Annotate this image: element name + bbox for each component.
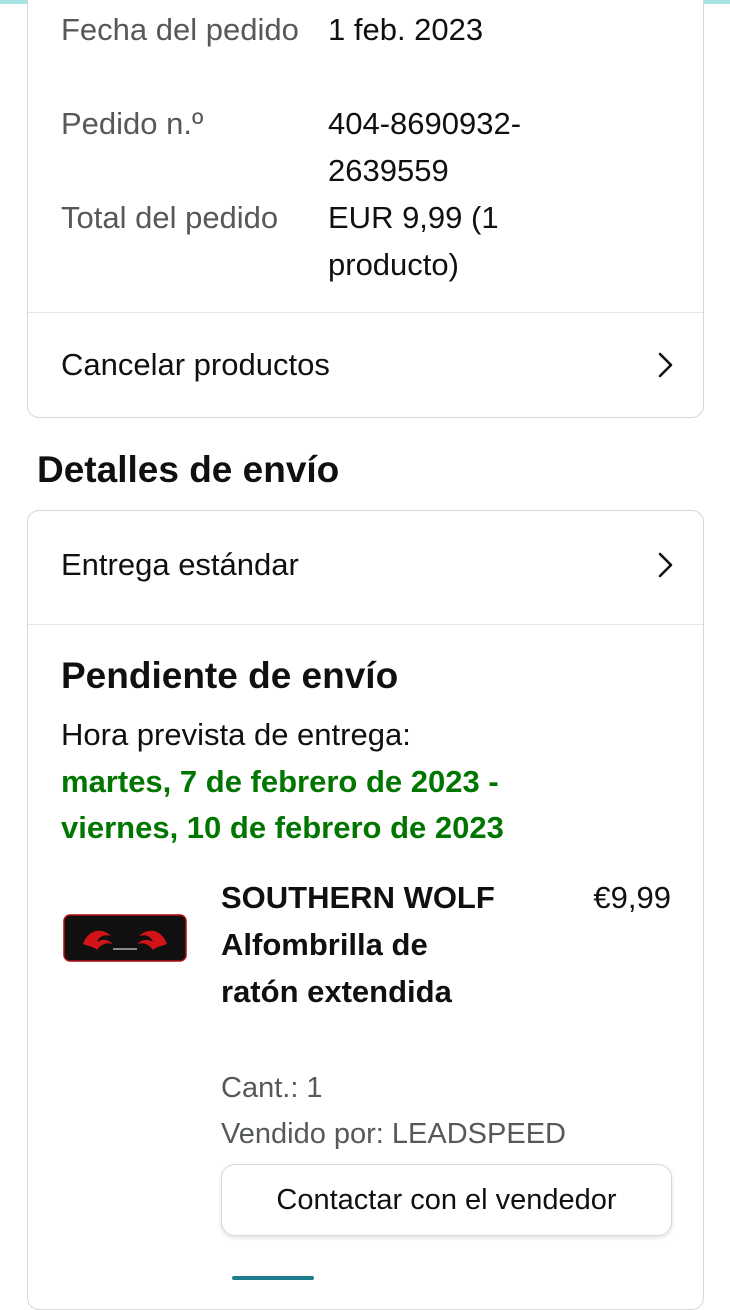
eta-end: viernes, 10 de febrero de 2023 bbox=[61, 810, 504, 845]
order-summary-card: Fecha del pedido 1 feb. 2023 Pedido n.º … bbox=[27, 0, 704, 418]
chevron-right-icon bbox=[658, 352, 673, 378]
contact-seller-button[interactable]: Contactar con el vendedor bbox=[221, 1164, 672, 1236]
order-date-value: 1 feb. 2023 bbox=[328, 12, 484, 47]
order-number-label: Pedido n.º bbox=[61, 106, 204, 141]
divider bbox=[28, 624, 703, 625]
shipping-details-title: Detalles de envío bbox=[37, 449, 340, 490]
order-number-value: 404-8690932-2639559 bbox=[328, 106, 522, 188]
product-seller: Vendido por: LEADSPEED bbox=[221, 1118, 566, 1150]
shipping-card: Entrega estándar Pendiente de envío Hora… bbox=[27, 510, 704, 1310]
delivery-option-label: Entrega estándar bbox=[61, 547, 299, 582]
eta-start: martes, 7 de febrero de 2023 - bbox=[61, 764, 499, 799]
delivery-option-link[interactable]: Entrega estándar bbox=[28, 511, 703, 615]
order-total-label: Total del pedido bbox=[61, 200, 279, 235]
cancel-products-link[interactable]: Cancelar productos bbox=[28, 313, 703, 417]
shipment-status: Pendiente de envío bbox=[61, 655, 399, 696]
product-image[interactable] bbox=[63, 914, 187, 962]
product-price: €9,99 bbox=[593, 880, 671, 915]
cancel-products-label: Cancelar productos bbox=[61, 347, 330, 382]
order-total-value: EUR 9,99 (1 producto) bbox=[328, 200, 499, 282]
order-date-label: Fecha del pedido bbox=[61, 12, 299, 47]
product-quantity: Cant.: 1 bbox=[221, 1072, 323, 1104]
scroll-indicator bbox=[232, 1276, 314, 1280]
eta-label: Hora prevista de entrega: bbox=[61, 717, 411, 752]
product-name[interactable]: SOUTHERN WOLF Alfombrilla de ratón exten… bbox=[221, 874, 511, 1015]
chevron-right-icon bbox=[658, 552, 673, 578]
